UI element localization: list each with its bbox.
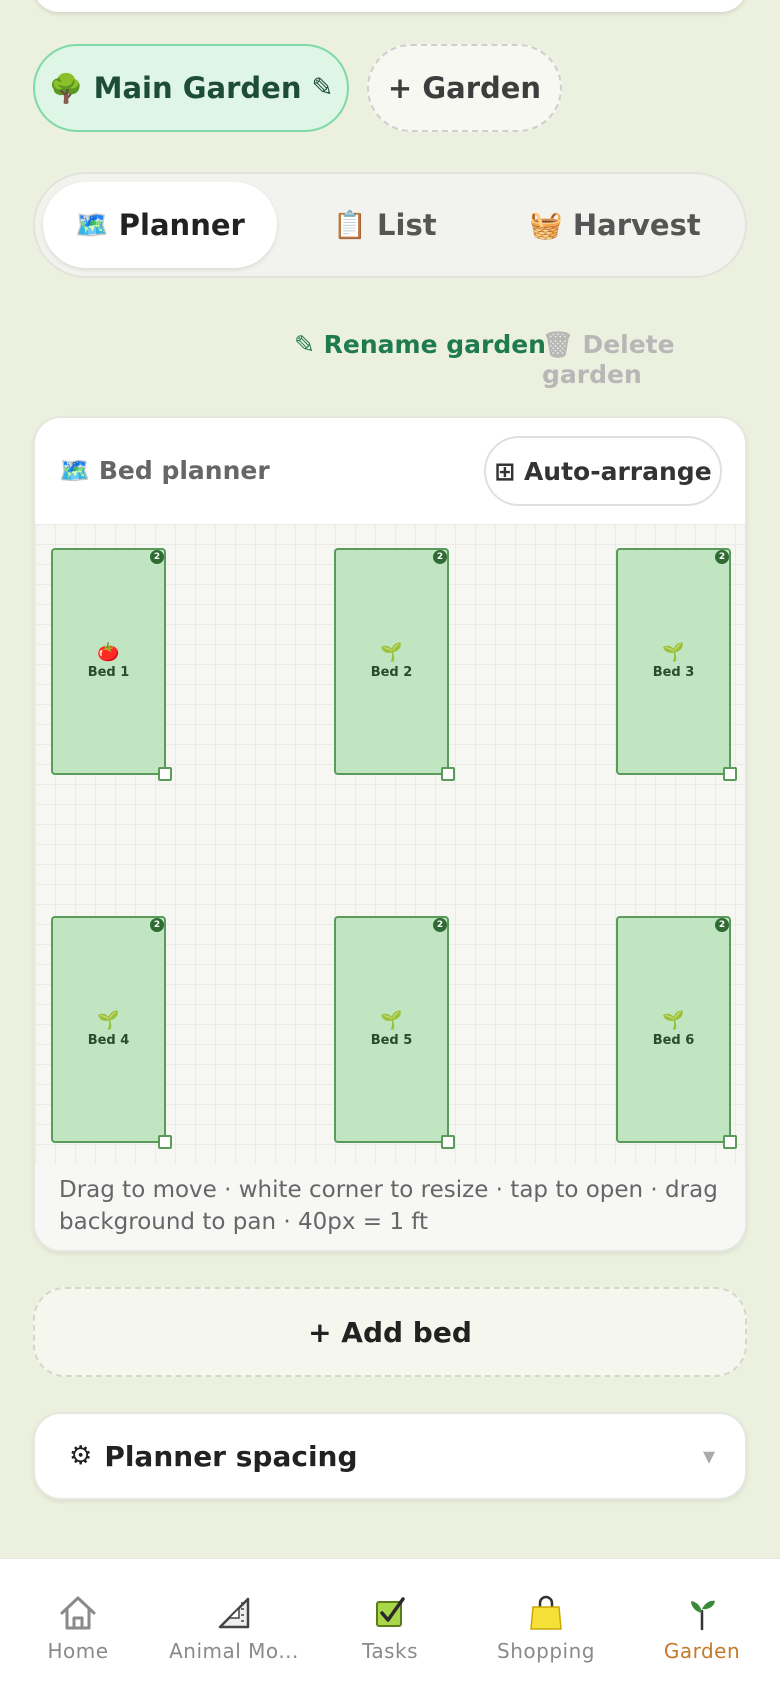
nav-home[interactable]: Home: [0, 1593, 156, 1673]
tab-label: Harvest: [572, 208, 701, 242]
add-garden-button[interactable]: + Garden: [367, 44, 562, 132]
home-icon: [58, 1593, 98, 1633]
bed-6[interactable]: 2 🌱 Bed 6: [616, 916, 737, 1149]
plant-count-badge: 2: [433, 918, 447, 932]
bed-label: Bed 3: [652, 665, 695, 680]
bottom-nav: Home Animal Mo... Tasks Shopping Garden: [0, 1558, 780, 1688]
seedling-icon: 🌱: [662, 1010, 685, 1031]
planner-hint: Drag to move · white corner to resize · …: [35, 1164, 745, 1250]
nav-label: Home: [47, 1639, 109, 1663]
rename-garden-button[interactable]: ✎ Rename garden: [294, 330, 546, 359]
pencil-icon[interactable]: ✎: [311, 73, 333, 103]
nav-label: Garden: [663, 1639, 741, 1663]
delete-garden-button[interactable]: 🗑 Delete garden: [542, 330, 780, 389]
bed-label: Bed 4: [87, 1033, 130, 1048]
add-bed-button[interactable]: + Add bed: [33, 1287, 747, 1377]
plant-count-badge: 2: [433, 550, 447, 564]
ruler-triangle-icon: [214, 1593, 254, 1633]
bed-planner-card: 🗺️ Bed planner ⊞ Auto-arrange 2 🍅 Bed 1 …: [33, 416, 747, 1252]
seedling-icon: 🌱: [97, 1010, 120, 1031]
view-tabs: 🗺️ Planner 📋 List 🧺 Harvest: [33, 172, 747, 278]
planner-spacing-toggle[interactable]: ⚙ Planner spacing ▾: [33, 1412, 747, 1500]
seedling-icon: 🌱: [662, 642, 685, 663]
tree-icon: 🌳: [48, 71, 84, 105]
checkbox-icon: [370, 1593, 410, 1633]
resize-handle[interactable]: [158, 1135, 172, 1149]
planner-title-text: Bed planner: [98, 456, 270, 485]
tab-list[interactable]: 📋 List: [285, 182, 485, 268]
bed-label: Bed 6: [652, 1033, 695, 1048]
resize-handle[interactable]: [158, 767, 172, 781]
tab-label: List: [377, 208, 437, 242]
nav-label: Animal Mo...: [169, 1639, 299, 1663]
bed-1[interactable]: 2 🍅 Bed 1: [51, 548, 172, 781]
resize-handle[interactable]: [441, 1135, 455, 1149]
garden-chip-main[interactable]: 🌳 Main Garden ✎: [33, 44, 349, 132]
nav-tasks[interactable]: Tasks: [312, 1593, 468, 1673]
gear-icon: ⚙: [69, 1441, 93, 1471]
plant-count-badge: 2: [150, 918, 164, 932]
planner-title: 🗺️ Bed planner: [59, 456, 270, 486]
clipboard-icon: 📋: [333, 210, 368, 241]
basket-icon: 🧺: [529, 210, 563, 241]
tab-label: Planner: [118, 208, 245, 242]
bed-2[interactable]: 2 🌱 Bed 2: [334, 548, 455, 781]
planner-spacing-label: Planner spacing: [104, 1439, 358, 1473]
garden-chip-label: Main Garden: [93, 71, 302, 105]
bed-4[interactable]: 2 🌱 Bed 4: [51, 916, 172, 1149]
nav-label: Tasks: [361, 1639, 419, 1663]
nav-animal-mo[interactable]: Animal Mo...: [156, 1593, 312, 1673]
bed-5[interactable]: 2 🌱 Bed 5: [334, 916, 455, 1149]
bed-label: Bed 2: [370, 665, 413, 680]
resize-handle[interactable]: [723, 1135, 737, 1149]
chevron-down-icon: ▾: [702, 1442, 715, 1470]
nav-shopping[interactable]: Shopping: [468, 1593, 624, 1673]
resize-handle[interactable]: [723, 767, 737, 781]
tab-harvest[interactable]: 🧺 Harvest: [495, 182, 735, 268]
nav-garden[interactable]: Garden: [624, 1593, 780, 1673]
bed-label: Bed 5: [370, 1033, 413, 1048]
plant-count-badge: 2: [715, 550, 729, 564]
top-card: [33, 0, 747, 12]
nav-label: Shopping: [497, 1639, 595, 1663]
seedling-icon: [682, 1593, 722, 1633]
resize-handle[interactable]: [441, 767, 455, 781]
tomato-icon: 🍅: [97, 642, 120, 663]
shopping-bag-icon: [526, 1593, 566, 1633]
tab-planner[interactable]: 🗺️ Planner: [43, 182, 277, 268]
planner-grid[interactable]: 2 🍅 Bed 1 2 🌱 Bed 2 2 🌱 Bed 3 2 🌱 Bed 4 …: [35, 524, 745, 1164]
bed-label: Bed 1: [87, 665, 130, 680]
map-icon: 🗺️: [75, 210, 109, 241]
map-icon: 🗺️: [59, 456, 91, 485]
seedling-icon: 🌱: [380, 642, 403, 663]
plant-count-badge: 2: [715, 918, 729, 932]
auto-arrange-button[interactable]: ⊞ Auto-arrange: [484, 436, 722, 506]
plant-count-badge: 2: [150, 550, 164, 564]
bed-3[interactable]: 2 🌱 Bed 3: [616, 548, 737, 781]
seedling-icon: 🌱: [380, 1010, 403, 1031]
